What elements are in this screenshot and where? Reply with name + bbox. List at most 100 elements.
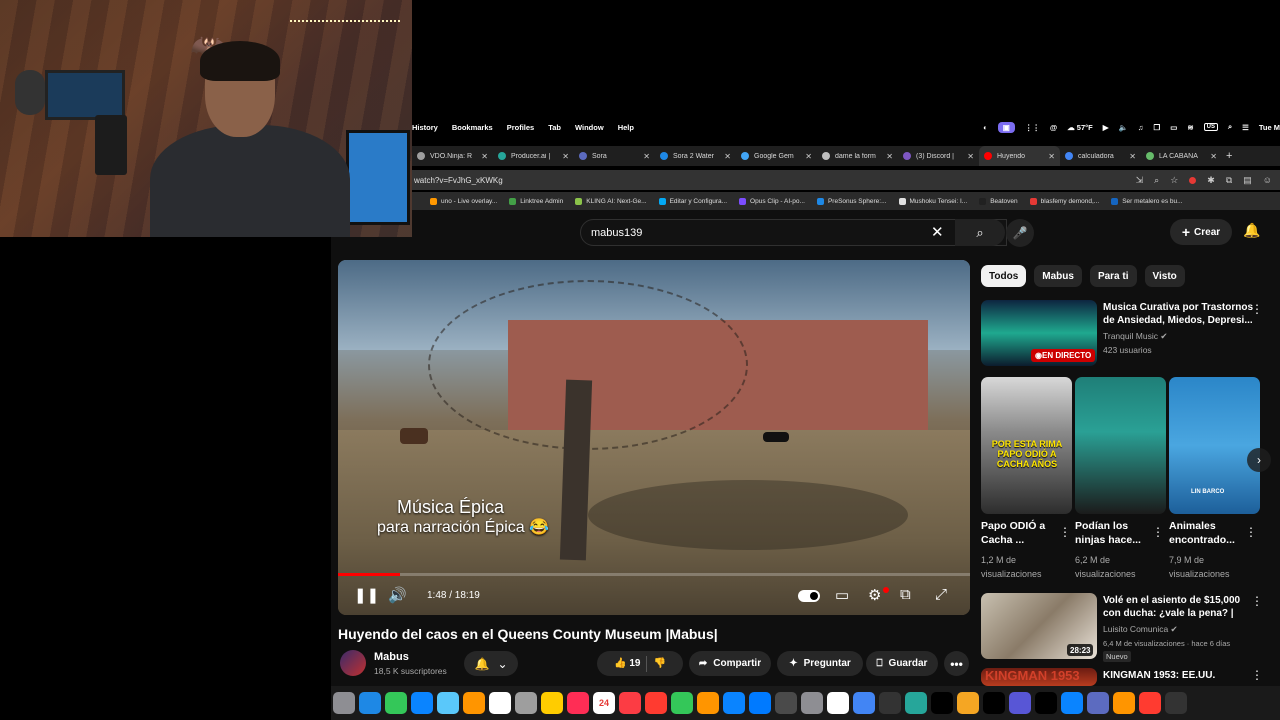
bookmark-item[interactable]: Linktree Admin bbox=[509, 197, 563, 205]
sidepanel-icon[interactable]: ▤ bbox=[1243, 175, 1252, 186]
window-icon[interactable]: ❐ bbox=[1153, 123, 1160, 132]
dock-app-icon[interactable] bbox=[749, 692, 771, 714]
more-actions-button[interactable]: ••• bbox=[944, 651, 969, 676]
short-2-thumbnail[interactable] bbox=[1075, 377, 1166, 514]
rec1-channel[interactable]: Tranquil Music ✔ bbox=[1103, 331, 1167, 342]
rec3-title[interactable]: KINGMAN 1953: EE.UU. bbox=[1103, 669, 1215, 682]
wifi-icon[interactable]: ≋ bbox=[1187, 123, 1193, 132]
dock-app-icon[interactable] bbox=[827, 692, 849, 714]
dock-app-icon[interactable] bbox=[1035, 692, 1057, 714]
dock-app-icon[interactable] bbox=[359, 692, 381, 714]
progress-bar[interactable] bbox=[338, 573, 970, 576]
menu-help[interactable]: Help bbox=[618, 123, 634, 132]
tab-close-icon[interactable]: ✕ bbox=[724, 152, 731, 161]
subscription-bell-button[interactable]: 🔔 ⌄ bbox=[464, 651, 518, 676]
browser-tab[interactable]: calculadora ✕ bbox=[1060, 146, 1141, 166]
short-1-title[interactable]: Papo ODIÓ a Cacha ... bbox=[981, 519, 1061, 547]
menubar-clock[interactable]: Tue M bbox=[1259, 123, 1280, 132]
tab-close-icon[interactable]: ✕ bbox=[1210, 152, 1217, 161]
recording-pill-icon[interactable]: ▣ bbox=[997, 121, 1015, 133]
dock-app-icon[interactable] bbox=[1113, 692, 1135, 714]
bookmark-item[interactable]: Beatoven bbox=[979, 197, 1018, 205]
dock-app-icon[interactable] bbox=[931, 692, 953, 714]
menu-bookmarks[interactable]: Bookmarks bbox=[452, 123, 493, 132]
dock-app-icon[interactable] bbox=[515, 692, 537, 714]
menu-profiles[interactable]: Profiles bbox=[507, 123, 535, 132]
miniplayer-icon[interactable]: ⧉ bbox=[900, 586, 911, 603]
short-2-menu-icon[interactable]: ⋮ bbox=[1152, 525, 1164, 539]
menu-tab[interactable]: Tab bbox=[548, 123, 561, 132]
short-1-menu-icon[interactable]: ⋮ bbox=[1059, 525, 1071, 539]
tab-close-icon[interactable]: ✕ bbox=[1048, 152, 1055, 161]
notifications-icon[interactable]: 🔔 bbox=[1243, 222, 1260, 239]
dock-app-icon[interactable] bbox=[671, 692, 693, 714]
volume-icon[interactable]: 🔊 bbox=[388, 586, 407, 604]
rec2-title[interactable]: Volé en el asiento de $15,000 con ducha: … bbox=[1103, 594, 1240, 620]
bookmark-star-icon[interactable]: ☆ bbox=[1170, 175, 1178, 186]
dock-app-icon[interactable] bbox=[1165, 692, 1187, 714]
chip-todos[interactable]: Todos bbox=[981, 265, 1027, 287]
record-icon[interactable] bbox=[1189, 176, 1197, 184]
channel-avatar[interactable] bbox=[340, 650, 366, 676]
bookmark-item[interactable]: uno - Live overlay... bbox=[430, 197, 497, 205]
dislike-icon[interactable]: 👎 bbox=[653, 658, 665, 669]
tab-close-icon[interactable]: ✕ bbox=[967, 152, 974, 161]
dock-app-icon[interactable] bbox=[697, 692, 719, 714]
dock-app-icon[interactable] bbox=[489, 692, 511, 714]
autoplay-toggle[interactable] bbox=[798, 590, 820, 602]
browser-tab[interactable]: Huyendo ✕ bbox=[979, 146, 1060, 166]
play-icon[interactable]: ▶ bbox=[1103, 123, 1109, 132]
bookmark-item[interactable]: Editar y Configura... bbox=[658, 197, 727, 205]
dock-app-icon[interactable] bbox=[619, 692, 641, 714]
rec1-menu-icon[interactable]: ⋮ bbox=[1251, 302, 1263, 316]
address-bar[interactable]: watch?v=FvJhG_xKWKg ⇲ ⌕ ☆ ✱ ⧉ ▤ ☺ bbox=[412, 170, 1280, 190]
video-player[interactable] bbox=[338, 260, 970, 615]
install-icon[interactable]: ⇲ bbox=[1136, 175, 1144, 186]
share-button[interactable]: ➦ Compartir bbox=[689, 651, 771, 676]
short-3-thumbnail[interactable]: LIN BARCO bbox=[1169, 377, 1260, 514]
dock-app-icon[interactable] bbox=[801, 692, 823, 714]
dock-app-icon[interactable] bbox=[879, 692, 901, 714]
browser-tab[interactable]: Sora ✕ bbox=[574, 146, 655, 166]
rec1-title[interactable]: Musica Curativa por Trastornos de Ansieda… bbox=[1103, 301, 1253, 327]
dock-app-icon[interactable] bbox=[957, 692, 979, 714]
control-center-icon[interactable]: ☰ bbox=[1242, 123, 1249, 132]
dock-app-icon[interactable] bbox=[1087, 692, 1109, 714]
menu-window[interactable]: Window bbox=[575, 123, 604, 132]
clear-search-icon[interactable]: ✕ bbox=[931, 223, 944, 241]
browser-tab[interactable]: VDO.Ninja: R ✕ bbox=[412, 146, 493, 166]
chip-mabus[interactable]: Mabus bbox=[1034, 265, 1082, 287]
url-text[interactable]: watch?v=FvJhG_xKWKg bbox=[414, 176, 503, 185]
input-source[interactable]: US bbox=[1203, 123, 1218, 131]
puzzle-icon[interactable]: ⧉ bbox=[1226, 175, 1232, 186]
profile-icon[interactable]: ☺ bbox=[1263, 175, 1272, 185]
at-icon[interactable]: @ bbox=[1050, 123, 1057, 132]
dock-app-icon[interactable] bbox=[775, 692, 797, 714]
create-button[interactable]: + Crear bbox=[1170, 219, 1232, 245]
new-tab-icon[interactable]: + bbox=[1226, 150, 1232, 162]
dock-app-icon[interactable] bbox=[463, 692, 485, 714]
settings-icon[interactable]: ⚙ bbox=[868, 586, 881, 604]
short-1-thumbnail[interactable]: POR ESTA RIMA PAPO ODIÓ A CACHA AÑOS bbox=[981, 377, 1072, 514]
rec2-channel[interactable]: Luisito Comunica ✔ bbox=[1103, 624, 1178, 635]
dock-app-icon[interactable] bbox=[723, 692, 745, 714]
dock-app-icon[interactable] bbox=[567, 692, 589, 714]
browser-tab[interactable]: LA CABAÑA ✕ bbox=[1141, 146, 1222, 166]
bookmark-item[interactable]: Mushoku Tensei: I... bbox=[898, 197, 967, 205]
dock-app-icon[interactable] bbox=[385, 692, 407, 714]
extension-icon[interactable]: ✱ bbox=[1207, 175, 1215, 186]
weather-temp[interactable]: ☁ 57°F bbox=[1067, 123, 1093, 132]
voice-search-button[interactable]: 🎤 bbox=[1006, 219, 1034, 247]
short-2-title[interactable]: Podían los ninjas hace... bbox=[1075, 519, 1155, 547]
dock-app-icon[interactable] bbox=[541, 692, 563, 714]
zoom-icon[interactable]: ⌕ bbox=[1154, 175, 1159, 186]
rec2-menu-icon[interactable]: ⋮ bbox=[1251, 594, 1263, 608]
bookmark-item[interactable]: Ser metalero es bu... bbox=[1111, 197, 1183, 205]
grid-icon[interactable]: ⋮⋮ bbox=[1025, 123, 1040, 132]
dock-app-icon[interactable] bbox=[1009, 692, 1031, 714]
dock-app-icon[interactable] bbox=[853, 692, 875, 714]
bookmark-item[interactable]: Opus Clip - AI-po... bbox=[739, 197, 805, 205]
tab-close-icon[interactable]: ✕ bbox=[886, 152, 893, 161]
dock-app-icon[interactable] bbox=[333, 692, 355, 714]
rec3-menu-icon[interactable]: ⋮ bbox=[1251, 668, 1263, 682]
